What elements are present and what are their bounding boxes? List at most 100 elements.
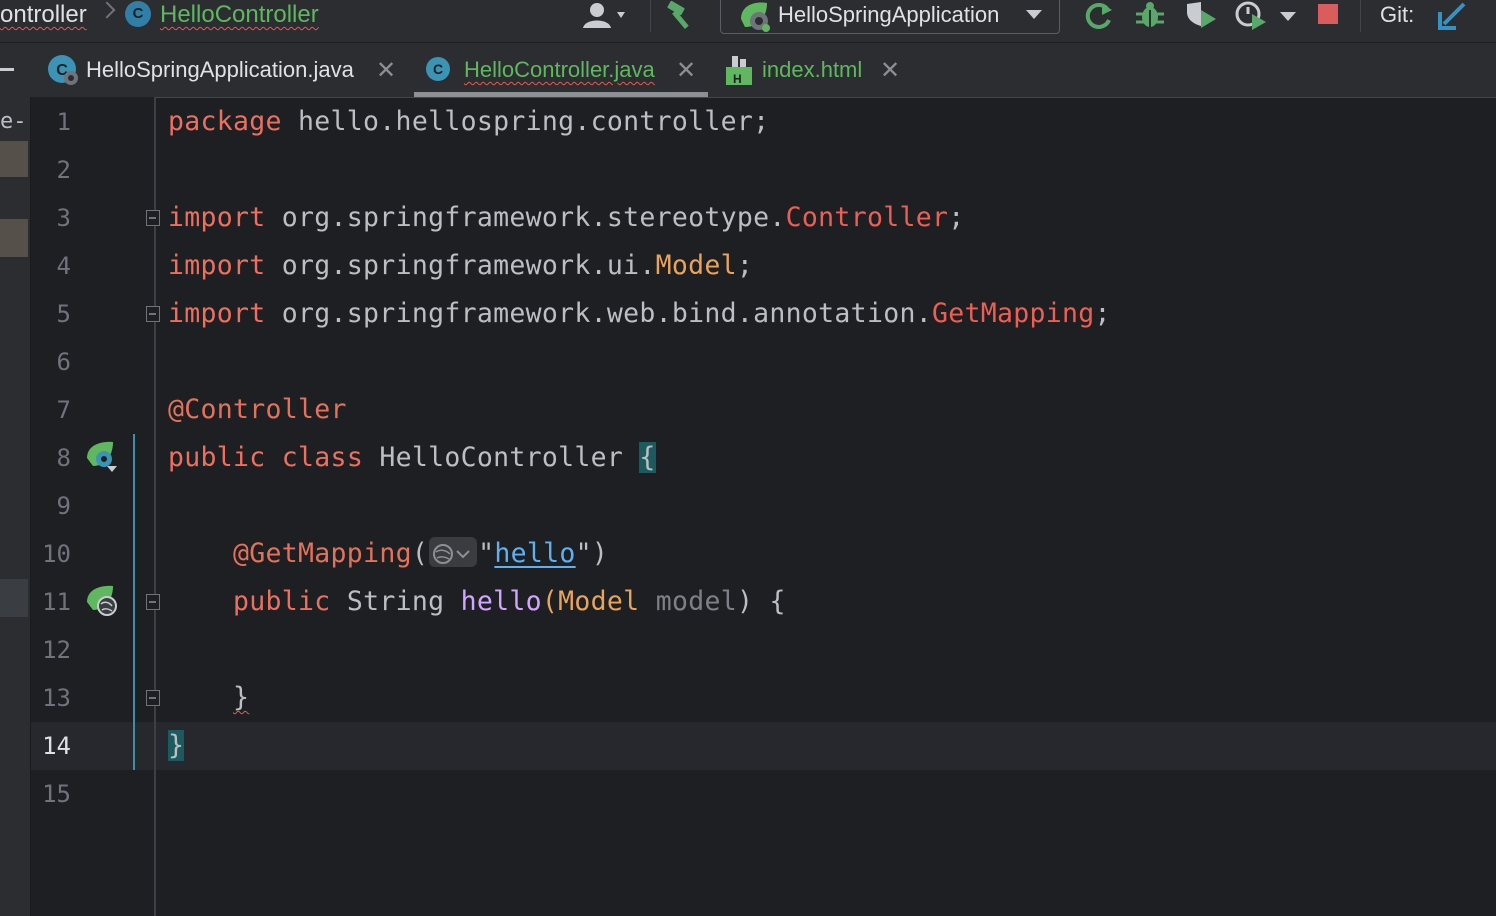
user-menu-icon[interactable]	[580, 0, 632, 32]
keyword: public	[168, 442, 266, 473]
line-number: 15	[42, 780, 71, 808]
tab-index-html[interactable]: H index.html ✕	[714, 43, 914, 97]
line-number: 7	[56, 396, 71, 424]
close-icon[interactable]: ✕	[880, 56, 900, 85]
debug-icon[interactable]	[1134, 0, 1168, 32]
parameter-name: model	[639, 586, 737, 617]
keyword: package	[168, 106, 282, 137]
profile-icon[interactable]	[1234, 0, 1270, 32]
toolbar-separator	[650, 0, 651, 32]
tab-label: index.html	[762, 57, 863, 82]
stop-icon[interactable]	[1316, 0, 1340, 32]
brace-match-highlight: }	[168, 730, 185, 761]
line-number-current: 14	[42, 732, 71, 760]
fold-marker-icon[interactable]	[146, 690, 160, 706]
fold-marker-icon[interactable]	[146, 306, 160, 322]
string-quote: "	[575, 538, 592, 569]
keyword: import	[168, 202, 266, 233]
line-number: 5	[56, 300, 71, 328]
scope-indicator	[133, 434, 135, 770]
line-number: 9	[56, 492, 71, 520]
current-line-highlight	[31, 722, 1496, 770]
keyword: import	[168, 298, 266, 329]
method-name: hello	[460, 586, 542, 617]
request-mapping-gutter-icon[interactable]	[85, 584, 119, 618]
line-number: 12	[42, 636, 71, 664]
editor-tab-bar: C HelloSpringApplication.java ✕ C HelloC…	[0, 43, 1496, 98]
class-reference: Controller	[785, 202, 949, 233]
tab-label: HelloController.java	[464, 57, 655, 82]
coverage-icon[interactable]	[1184, 0, 1220, 32]
tabbar-menu-icon[interactable]	[0, 68, 14, 71]
git-update-icon[interactable]	[1436, 0, 1470, 32]
brace: {	[753, 586, 786, 617]
class-name: HelloController	[363, 442, 640, 473]
line-number: 8	[56, 444, 71, 472]
string-quote: "	[478, 538, 495, 569]
annotation: @GetMapping	[233, 538, 412, 569]
code-line-7[interactable]: @Controller	[168, 386, 347, 434]
spring-boot-icon: C	[48, 55, 78, 85]
rerun-icon[interactable]	[1082, 0, 1116, 32]
semicolon: ;	[1094, 298, 1111, 329]
breadcrumb-separator-icon	[98, 1, 116, 19]
tab-hellocontroller[interactable]: C HelloController.java ✕	[414, 43, 708, 97]
keyword: class	[281, 442, 364, 473]
run-configuration-selector[interactable]: HelloSpringApplication	[720, 0, 1060, 34]
html-file-icon: H	[726, 56, 752, 86]
project-tree-selection	[0, 219, 28, 257]
code-line-13[interactable]: }	[168, 674, 249, 722]
close-icon[interactable]: ✕	[676, 56, 696, 85]
return-type: String	[330, 586, 461, 617]
code-line-10[interactable]: @GetMapping("hello")	[168, 530, 608, 578]
project-panel-strip[interactable]: e-	[0, 97, 31, 916]
semicolon: ;	[948, 202, 965, 233]
semicolon: ;	[736, 250, 754, 281]
project-panel-text: e-	[0, 109, 27, 134]
line-number: 6	[56, 348, 71, 376]
parameter-type: Model	[558, 586, 640, 617]
paren: (	[411, 538, 429, 569]
web-endpoint-inlay-icon[interactable]	[429, 536, 478, 567]
import-path: org.springframework.web.bind.annotation.	[265, 298, 932, 329]
spring-app-icon	[741, 2, 770, 32]
build-hammer-icon[interactable]	[664, 0, 700, 32]
main-toolbar: ontroller C HelloController HelloSpringA…	[0, 0, 1496, 43]
class-reference: GetMapping	[931, 298, 1095, 329]
project-tree-selection	[0, 579, 28, 617]
close-icon[interactable]: ✕	[376, 56, 396, 85]
breadcrumb-parent[interactable]: ontroller	[0, 0, 87, 30]
fold-marker-icon[interactable]	[146, 594, 160, 610]
active-tab-indicator	[414, 92, 708, 97]
import-path: org.springframework.stereotype.	[265, 202, 786, 233]
mapping-path-link[interactable]: hello	[494, 538, 575, 569]
brace-match-highlight: {	[639, 442, 656, 473]
line-number: 3	[56, 204, 71, 232]
code-line-14[interactable]: }	[168, 722, 185, 770]
more-dropdown-icon[interactable]	[1280, 12, 1296, 21]
paren: (	[541, 586, 559, 617]
line-number: 4	[56, 252, 71, 280]
tab-hellospringapplication[interactable]: C HelloSpringApplication.java ✕	[40, 43, 410, 97]
breadcrumb-current[interactable]: HelloController	[160, 0, 319, 30]
line-number: 2	[56, 156, 71, 184]
paren: )	[736, 586, 754, 617]
fold-marker-icon[interactable]	[146, 210, 160, 226]
line-number: 13	[42, 684, 71, 712]
spring-bean-gutter-icon[interactable]	[85, 440, 119, 474]
import-path: org.springframework.ui.	[265, 250, 656, 281]
code-line-4[interactable]: import org.springframework.ui.Model;	[168, 242, 753, 290]
class-icon: C	[426, 57, 450, 81]
svg-text:H: H	[733, 72, 742, 86]
code-line-1[interactable]: package hello.hellospring.controller;	[168, 98, 769, 146]
toolbar-separator	[1360, 0, 1361, 32]
keyword: public	[233, 586, 331, 617]
line-number: 10	[42, 540, 71, 568]
chevron-down-icon	[1026, 10, 1042, 19]
code-line-5[interactable]: import org.springframework.web.bind.anno…	[168, 290, 1111, 338]
code-line-3[interactable]: import org.springframework.stereotype.Co…	[168, 194, 964, 242]
keyword: import	[168, 250, 266, 281]
code-line-11[interactable]: public String hello(Model model) {	[168, 578, 786, 626]
code-line-8[interactable]: public class HelloController {	[168, 434, 656, 482]
